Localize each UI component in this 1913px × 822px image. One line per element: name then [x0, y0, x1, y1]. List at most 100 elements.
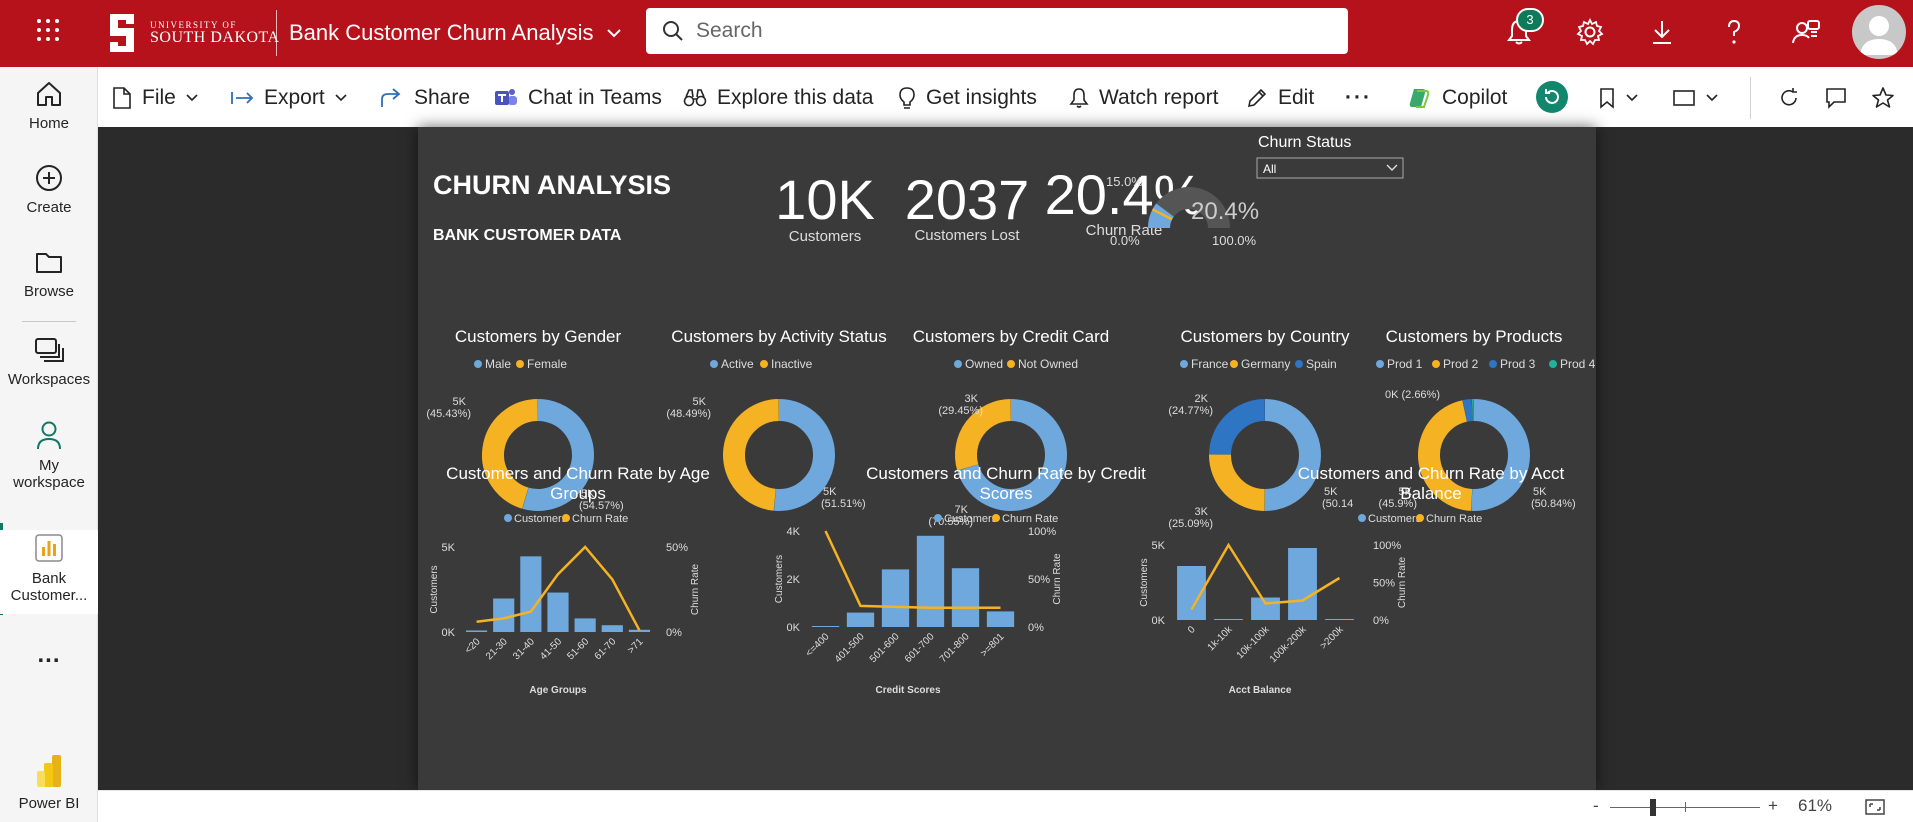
bar-400[interactable] — [811, 626, 840, 627]
legend-marker — [710, 360, 718, 368]
nav-workspaces-label: Workspaces — [7, 371, 91, 388]
y2-tick-label: 100% — [1373, 540, 1401, 552]
export-label: Export — [264, 86, 325, 109]
nav-home[interactable]: Home — [0, 79, 98, 132]
donut-slice-active[interactable] — [774, 399, 835, 511]
nav-my-workspace[interactable]: My workspace — [0, 419, 98, 491]
bar-10k-100k[interactable] — [1251, 597, 1280, 621]
chevron-down-icon — [186, 94, 198, 102]
donut-slice-inactive[interactable] — [723, 399, 780, 511]
data-label-percent: (48.49%) — [666, 408, 711, 420]
donut-slice-spain[interactable] — [1209, 399, 1266, 456]
bar-501-600[interactable] — [881, 569, 910, 627]
kpi-lost-label: Customers Lost — [914, 227, 1020, 244]
help-icon[interactable] — [1719, 17, 1749, 47]
search-box[interactable] — [646, 8, 1348, 54]
teams-icon — [495, 89, 517, 105]
bar-401-500[interactable] — [846, 612, 875, 627]
comment-icon[interactable] — [1824, 86, 1848, 110]
zoom-slider-tick — [1685, 802, 1686, 812]
donut-customers-by-country[interactable]: Customers by Country France Germany Spain 5K… — [1168, 327, 1353, 530]
reset-circle-icon[interactable] — [1535, 80, 1569, 114]
edit-button[interactable]: Edit — [1246, 84, 1314, 112]
share-button[interactable]: Share — [380, 84, 470, 112]
donut-slice-not-owned[interactable] — [955, 399, 1012, 471]
report-title-dropdown[interactable]: Bank Customer Churn Analysis — [289, 20, 622, 46]
zoom-slider-handle[interactable] — [1650, 799, 1656, 816]
file-menu-button[interactable]: File — [112, 84, 198, 112]
settings-gear-icon[interactable] — [1575, 17, 1605, 47]
bookmark-menu-button[interactable] — [1598, 84, 1638, 112]
nav-separator — [22, 321, 76, 322]
folder-icon — [36, 253, 62, 273]
legend-marker — [1230, 360, 1238, 368]
bar-20[interactable] — [465, 630, 488, 632]
feedback-people-icon[interactable] — [1791, 17, 1821, 47]
get-insights-button[interactable]: Get insights — [898, 84, 1037, 112]
bar-1k-10k[interactable] — [1214, 619, 1243, 620]
legend-marker — [934, 514, 942, 522]
slicer-dropdown-box[interactable] — [1256, 157, 1404, 179]
favorite-star-icon[interactable] — [1871, 86, 1895, 110]
university-logo[interactable]: UNIVERSITY OF SOUTH DAKOTA — [106, 6, 280, 60]
nav-more-button[interactable]: ... — [0, 641, 98, 669]
bar-701-800[interactable] — [951, 568, 980, 627]
legend-marker — [1295, 360, 1303, 368]
bar-801[interactable] — [986, 611, 1015, 627]
bar-41-50[interactable] — [547, 592, 569, 632]
x-tick-label: >71 — [626, 636, 646, 656]
fit-to-page-icon[interactable] — [1864, 798, 1886, 816]
x-tick-label: 41-50 — [538, 636, 564, 662]
bar-61-70[interactable] — [601, 625, 623, 632]
explore-data-button[interactable]: Explore this data — [683, 84, 873, 112]
donut-slice-prod-3[interactable] — [1462, 399, 1473, 422]
legend-marker — [1432, 360, 1440, 368]
download-icon[interactable] — [1647, 17, 1677, 47]
bar-601-700[interactable] — [916, 535, 945, 627]
data-label-value: 3K — [965, 393, 979, 405]
chat-in-teams-button[interactable]: Chat in Teams — [494, 84, 662, 112]
pencil-edit-icon — [1247, 88, 1267, 108]
nav-workspaces[interactable]: Workspaces — [0, 335, 98, 388]
bar-100k-200k[interactable] — [1288, 548, 1317, 620]
donut-slice-france[interactable] — [1264, 399, 1321, 512]
y-tick-label: 0K — [787, 622, 801, 634]
y2-tick-label: 0% — [1373, 615, 1389, 627]
data-label-value: 5K — [1533, 486, 1547, 498]
export-menu-button[interactable]: Export — [230, 84, 347, 112]
copilot-button[interactable]: Copilot — [1406, 84, 1507, 112]
report-toolbar: File Export Share Chat in Teams Explore … — [98, 67, 1913, 127]
user-avatar[interactable] — [1852, 5, 1906, 59]
nav-create[interactable]: Create — [0, 163, 98, 216]
bar-31-40[interactable] — [520, 556, 542, 632]
kpi-customers-label: Customers — [789, 228, 862, 245]
bar-200k[interactable] — [1325, 619, 1354, 620]
app-launcher-icon[interactable] — [36, 18, 60, 42]
bar-51-60[interactable] — [574, 618, 596, 632]
view-menu-button[interactable] — [1672, 84, 1718, 112]
data-label-percent: (24.77%) — [1168, 405, 1213, 417]
y2-tick-label: 50% — [666, 542, 688, 554]
y-tick-label: 0K — [442, 627, 456, 639]
combo-customers-and-churn-rate-by-age-groups[interactable]: Customers and Churn Rate by AgeGroups Cus… — [429, 464, 710, 696]
zoom-out-button[interactable]: - — [1593, 796, 1599, 816]
donut-slice-female[interactable] — [482, 399, 539, 509]
zoom-in-button[interactable]: + — [1768, 796, 1778, 816]
nav-bank-label-2: Customer... — [10, 587, 88, 604]
donut-slice-germany[interactable] — [1209, 454, 1266, 511]
nav-home-label: Home — [28, 115, 69, 132]
chat-in-teams-label: Chat in Teams — [528, 86, 662, 109]
legend-france: France — [1191, 357, 1229, 371]
legend-active: Active — [721, 357, 754, 371]
search-input[interactable] — [696, 19, 1296, 43]
refresh-icon[interactable] — [1778, 87, 1800, 109]
watch-report-button[interactable]: Watch report — [1069, 84, 1218, 112]
nav-powerbi[interactable]: Power BI — [0, 753, 98, 812]
donut-slice-prod-1[interactable] — [1471, 399, 1530, 511]
legend-marker — [954, 360, 962, 368]
nav-browse[interactable]: Browse — [0, 247, 98, 300]
churn-status-slicer[interactable]: All — [1256, 157, 1404, 179]
legend-marker — [1358, 514, 1366, 522]
more-options-button[interactable]: ··· — [1345, 84, 1372, 112]
nav-bank-customer-report[interactable]: Bank Customer... — [0, 530, 98, 614]
